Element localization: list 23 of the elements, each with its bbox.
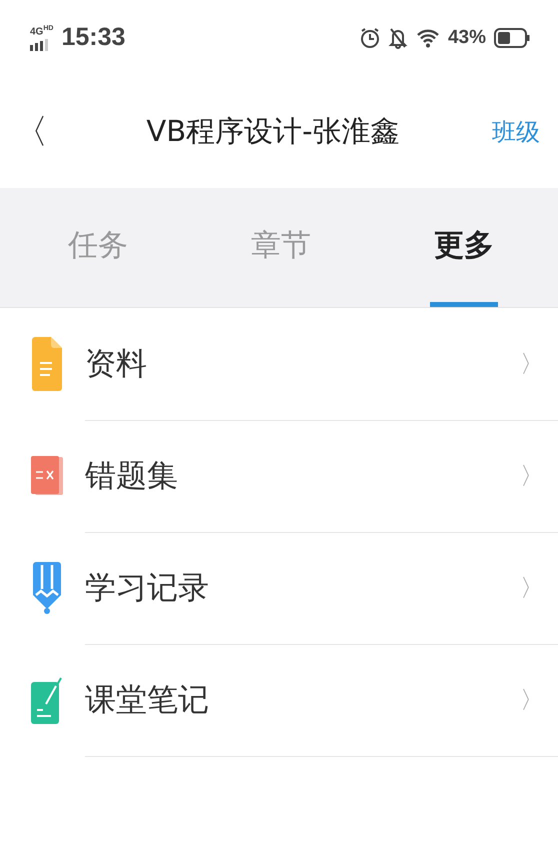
menu-item-label[interactable]: 学习记录 [85,566,209,608]
chevron-icon: 〉 [520,572,544,604]
muted-bell-icon [388,26,408,48]
page-title: VB程序设计-张淮鑫 [146,112,400,150]
chevron-icon: 〉 [520,460,544,492]
tab[interactable]: 更多 [430,188,498,307]
menu-item-label[interactable]: 错题集 [85,454,178,496]
wifi-icon [416,28,440,48]
alarm-icon [360,26,380,48]
back-button[interactable]: 〈 [14,108,54,154]
battery-icon [494,28,530,48]
network-label: 4G$^{HD}$ [30,24,54,38]
battery-percent: 43% [448,26,486,48]
document-icon [31,337,63,391]
menu-item-label[interactable]: 资料 [85,342,147,384]
pencil-icon [31,562,63,614]
signal-icon [30,38,50,51]
chevron-icon: 〉 [520,684,544,716]
notebook-icon [31,676,63,724]
clock-time: 15:33 [61,23,126,52]
menu-item-label[interactable]: 课堂笔记 [85,678,209,720]
mistake-book-icon [31,456,63,496]
chevron-icon: 〉 [520,348,544,380]
